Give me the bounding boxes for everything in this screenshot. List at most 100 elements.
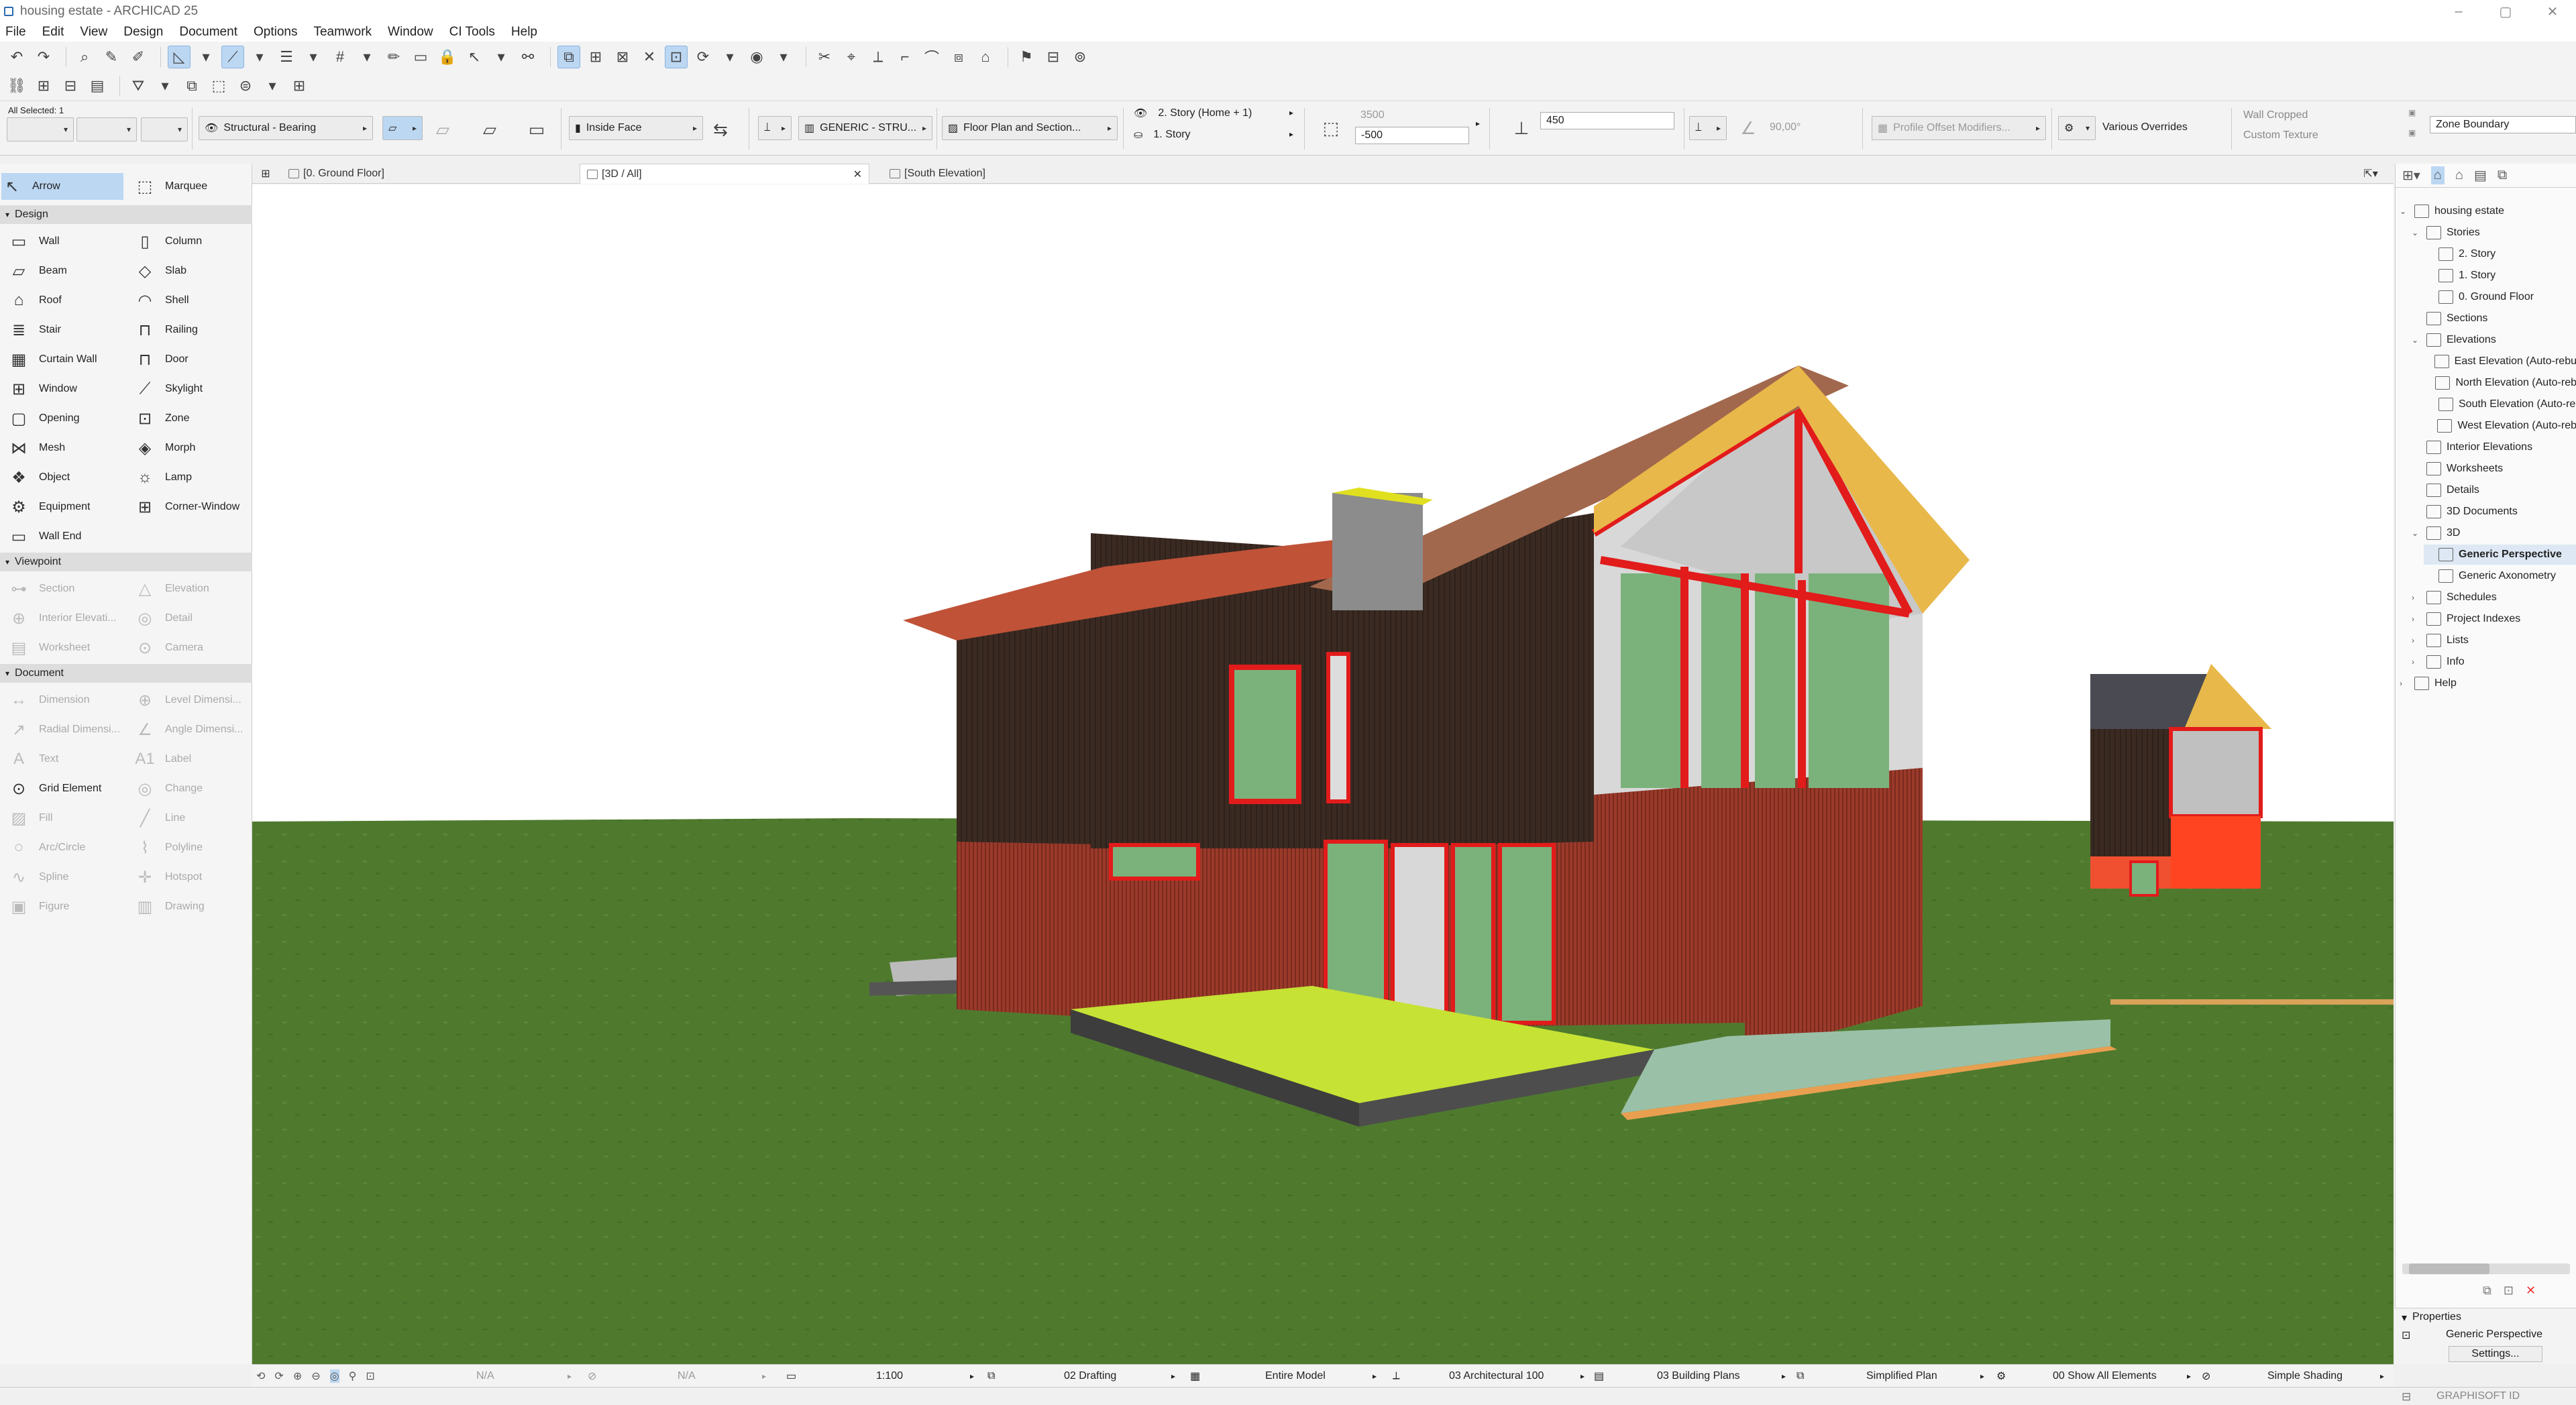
new-view-icon[interactable]: ⧉ [2483, 1284, 2491, 1298]
publisher-icon[interactable]: ⧉ [2498, 168, 2507, 183]
undo-zoom-icon[interactable]: ⟲ [256, 1369, 265, 1383]
tool-roof[interactable]: ⌂ Roof [8, 287, 129, 314]
menu-window[interactable]: Window [388, 25, 433, 40]
status-arrow[interactable]: ▸ [1782, 1365, 1786, 1388]
tool-hotspot[interactable]: ✛ Hotspot [134, 864, 255, 891]
tool-column[interactable]: ▯ Column [134, 228, 255, 255]
layout-icon[interactable]: ⊟ [1042, 46, 1065, 68]
navigator-item[interactable]: › Info [2412, 652, 2576, 672]
offset-icon[interactable]: ⧈ [947, 46, 970, 68]
tool-skylight[interactable]: ⟋ Skylight [134, 376, 255, 402]
menu-design[interactable]: Design [123, 25, 163, 40]
zone-boundary-field[interactable]: Zone Boundary [2430, 116, 2576, 133]
tab-3d-all[interactable]: [3D / All] ✕ [580, 164, 869, 184]
tool-figure[interactable]: ▣ Figure [8, 893, 129, 920]
tool-marquee[interactable]: ⬚ Marquee [134, 173, 248, 200]
zoom-in-icon[interactable]: ⊕ [293, 1369, 302, 1383]
slanted-wall-icon[interactable]: ▱ [476, 116, 503, 143]
tool-shell[interactable]: ◠ Shell [134, 287, 255, 314]
status-arrow[interactable]: ▸ [762, 1365, 766, 1388]
tool-stair[interactable]: ≣ Stair [8, 317, 129, 343]
menu-ci-tools[interactable]: CI Tools [449, 25, 495, 40]
renovation-filter-value[interactable]: 00 Show All Elements [2053, 1365, 2157, 1388]
close-tab-icon[interactable]: ✕ [853, 168, 862, 181]
tool-wall-end[interactable]: ▭ Wall End [8, 523, 129, 550]
status-arrow[interactable]: ▸ [1980, 1365, 1984, 1388]
navigator-scrollbar[interactable] [2402, 1263, 2570, 1274]
navigator-item[interactable]: West Elevation (Auto-reb [2424, 416, 2576, 436]
checkbox-icon[interactable]: ▣ [2408, 108, 2416, 117]
tool-line[interactable]: ╱ Line [134, 805, 255, 832]
angle-field[interactable]: 90,00° [1764, 119, 1838, 136]
layout-book-icon[interactable]: ▤ [86, 74, 109, 97]
menu-file[interactable]: File [5, 25, 26, 40]
link-icon[interactable]: ⛓ [5, 74, 28, 97]
checkbox-icon[interactable]: ▣ [2408, 128, 2416, 137]
grid-snap-icon[interactable]: # [329, 46, 352, 68]
dropdown-icon[interactable]: ▾ [490, 46, 513, 68]
settings-button[interactable]: Settings... [2449, 1346, 2542, 1362]
tool-level-dimensi[interactable]: ⊕ Level Dimensi... [134, 687, 255, 714]
reference-icon[interactable]: ⊠ [611, 46, 634, 68]
navigator-item[interactable]: › Schedules [2412, 587, 2576, 608]
window-icon[interactable]: ⊞ [32, 74, 55, 97]
tool-object[interactable]: ❖ Object [8, 464, 129, 491]
menu-help[interactable]: Help [511, 25, 537, 40]
redo-icon[interactable]: ↷ [32, 46, 55, 68]
dropdown-icon[interactable]: ▾ [261, 74, 284, 97]
tool-equipment[interactable]: ⚙ Equipment [8, 494, 129, 520]
status-arrow[interactable]: ▸ [1171, 1365, 1175, 1388]
tool-beam[interactable]: ⏥ Beam [8, 258, 129, 284]
clone-icon[interactable]: ⊡ [2504, 1284, 2514, 1298]
tab-ground-floor[interactable]: [0. Ground Floor] [282, 164, 550, 184]
tool-railing[interactable]: ⊓ Railing [134, 317, 255, 343]
layers-icon[interactable]: ☰ [275, 46, 298, 68]
table-icon[interactable]: ⊞ [288, 74, 311, 97]
navigator-item[interactable]: ⌄ Elevations [2412, 330, 2576, 350]
tool-camera[interactable]: ⊙ Camera [134, 634, 255, 661]
tool-dimension[interactable]: ↔ Dimension [8, 687, 129, 714]
tool-elevation[interactable]: △ Elevation [134, 575, 255, 602]
home-story-row[interactable]: 👁 2. Story (Home + 1) [1134, 107, 1252, 120]
override-toggle[interactable]: ⚙ ▾ [2058, 116, 2096, 140]
view-map-icon[interactable]: ⌂ [2455, 168, 2463, 183]
offset-field[interactable]: -500 [1355, 127, 1469, 144]
tool-drawing[interactable]: ▥ Drawing [134, 893, 255, 920]
tool-morph[interactable]: ◈ Morph [134, 435, 255, 461]
reference-line-dropdown[interactable]: ▮ Inside Face ▸ [569, 116, 703, 140]
tool-slab[interactable]: ◇ Slab [134, 258, 255, 284]
dropdown-icon[interactable]: ▾ [154, 74, 176, 97]
tab-south-elevation[interactable]: [South Elevation] [883, 164, 1151, 184]
dropdown-icon[interactable]: ▾ [772, 46, 795, 68]
guide-lines-icon[interactable]: ⟋ [221, 46, 244, 68]
orbit-icon[interactable]: ◎ [329, 1369, 339, 1383]
navigator-item[interactable]: Details [2412, 480, 2576, 500]
toolbox-section-header[interactable]: ▾ Document [0, 664, 252, 683]
plan-type-value[interactable]: Simplified Plan [1866, 1365, 1937, 1388]
structure-dropdown[interactable]: 👁 Structural - Bearing ▸ [199, 116, 373, 140]
tool-polyline[interactable]: ⌇ Polyline [134, 834, 255, 861]
wall-geometry-button[interactable]: ▱ ▸ [382, 116, 423, 140]
home-icon[interactable]: ⌂ [974, 46, 997, 68]
tool-zone[interactable]: ⊡ Zone [134, 405, 255, 432]
tab-menu-icon[interactable]: ⇱▾ [2351, 164, 2391, 184]
inject-icon[interactable]: ✐ [127, 46, 150, 68]
status-arrow[interactable]: ▸ [970, 1365, 974, 1388]
menu-teamwork[interactable]: Teamwork [313, 25, 372, 40]
navigator-item[interactable]: Interior Elevations [2412, 437, 2576, 457]
profile-wall-icon[interactable]: ▭ [523, 116, 550, 143]
dropdown-icon[interactable]: ▾ [248, 46, 271, 68]
layer-combination-value[interactable]: 02 Drafting [1064, 1365, 1116, 1388]
tool-opening[interactable]: ▢ Opening [8, 405, 129, 432]
expand-icon[interactable]: ⌄ [2400, 207, 2410, 216]
navigator-item[interactable]: Generic Axonometry [2424, 566, 2576, 586]
zoom-out-icon[interactable]: ⊖ [311, 1369, 320, 1383]
tool-window[interactable]: ⊞ Window [8, 376, 129, 402]
tool-text[interactable]: A Text [8, 746, 129, 773]
tool-fill[interactable]: ▨ Fill [8, 805, 129, 832]
split-icon[interactable]: ⟂ [867, 46, 890, 68]
flip-icon[interactable]: ⇆ [707, 116, 734, 143]
tool-arc-circle[interactable]: ○ Arc/Circle [8, 834, 129, 861]
story-arrow[interactable]: ▸ [1289, 129, 1293, 139]
pen-set-value[interactable]: 03 Architectural 100 [1449, 1365, 1544, 1388]
